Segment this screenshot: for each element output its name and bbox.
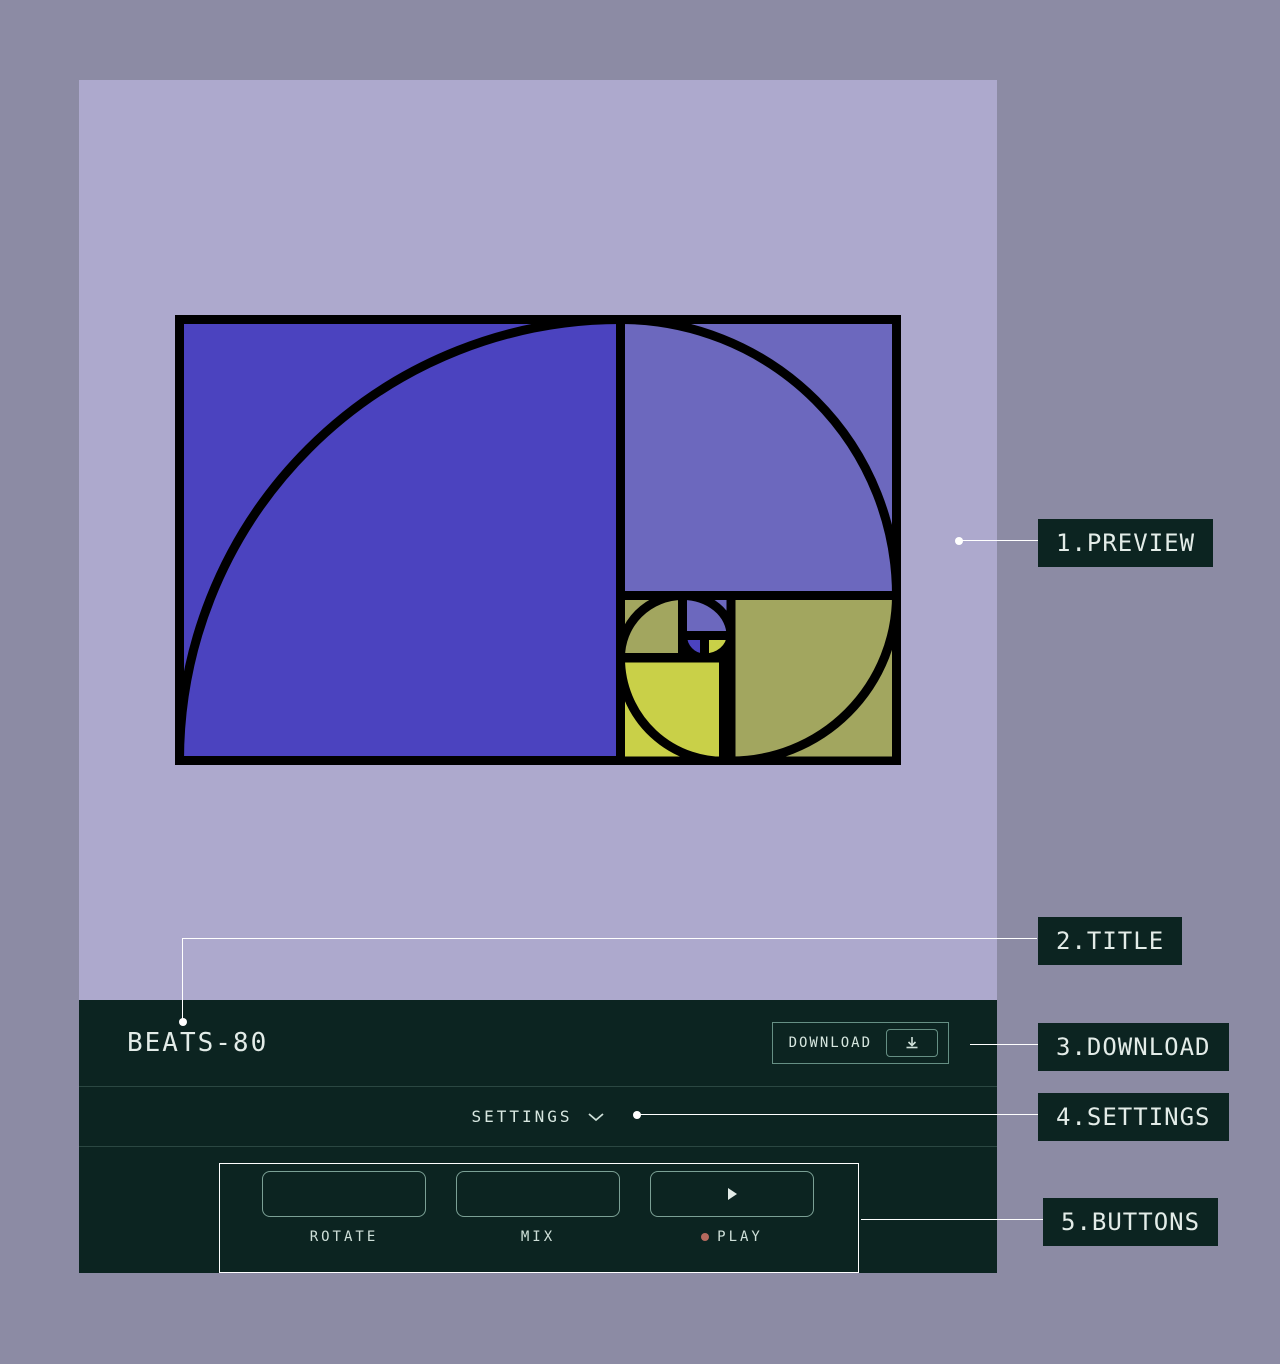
download-icon [886, 1029, 938, 1057]
download-button[interactable]: DOWNLOAD [772, 1022, 949, 1064]
annotation-preview: 1.PREVIEW [1038, 519, 1213, 567]
download-label: DOWNLOAD [789, 1035, 872, 1051]
golden-spiral-artwork [175, 315, 901, 765]
leader-download [970, 1044, 1038, 1045]
main-panel: BEATS-80 DOWNLOAD SETTINGS [79, 80, 997, 1273]
annotation-buttons: 5.BUTTONS [1043, 1198, 1218, 1246]
leader-buttons [861, 1219, 1043, 1220]
annotation-title: 2.TITLE [1038, 917, 1182, 965]
settings-toggle[interactable]: SETTINGS [79, 1087, 997, 1147]
annotation-settings: 4.SETTINGS [1038, 1093, 1229, 1141]
leader-title [182, 938, 1037, 1022]
settings-label: SETTINGS [471, 1107, 572, 1126]
chevron-down-icon [587, 1111, 605, 1123]
preview-area [79, 80, 997, 1000]
buttons-annotation-frame [219, 1163, 859, 1273]
annotation-download: 3.DOWNLOAD [1038, 1023, 1229, 1071]
leader-preview [958, 540, 1038, 541]
leader-settings [636, 1114, 1038, 1115]
track-title: BEATS-80 [127, 1028, 268, 1058]
